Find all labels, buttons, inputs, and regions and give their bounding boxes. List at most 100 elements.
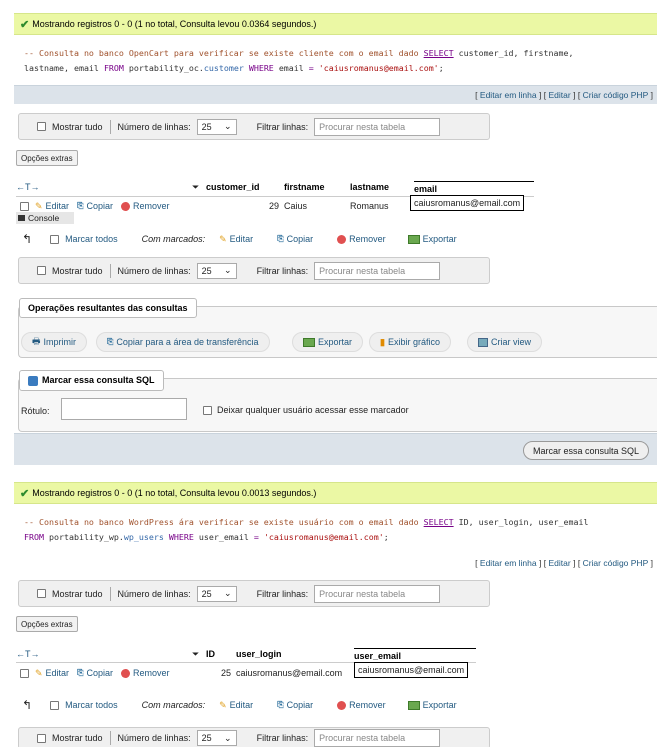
extra-options-button[interactable]: Opções extras [16,150,78,166]
mark-all-link[interactable]: Marcar todos [65,700,118,710]
copy-icon: ⎘ [107,337,114,346]
rows-select[interactable]: 25 ⌄ [196,585,237,602]
table-row: ✎ Editar ⎘ Copiar Remover 25 caiusromanu… [20,662,490,680]
filter-input[interactable]: Procurar nesta tabela [314,584,441,603]
cell-user-email: caiusromanus@email.com [354,662,469,678]
row-edit-link[interactable]: Editar [46,668,70,678]
bulk-edit-link[interactable]: Editar [230,700,254,710]
extra-options-button[interactable]: Opções extras [16,616,78,632]
edit-inline-link[interactable]: Editar em linha [480,558,537,568]
cell-lastname: Romanus [350,201,389,211]
bulk-remove-link[interactable]: Remover [349,234,386,244]
console-icon [18,215,25,221]
mark-all-checkbox[interactable] [50,234,60,244]
bookmark-legend: Marcar essa consulta SQL [19,370,164,391]
bulk-copy-link[interactable]: Copiar [287,234,314,244]
print-button[interactable]: 🖶 Imprimir [21,332,87,352]
bookmark-icon [28,375,38,386]
filter-input[interactable]: Procurar nesta tabela [314,729,441,747]
filter-input[interactable]: Procurar nesta tabela [314,261,441,280]
export-button[interactable]: Exportar [292,332,364,352]
share-bookmark-checkbox[interactable] [203,406,212,415]
col-user-email[interactable]: user_email [354,647,476,661]
rows-select[interactable]: 25 ⌄ [196,730,237,746]
row-copy-link[interactable]: Copiar [86,668,113,678]
remove-icon [337,700,347,710]
bookmark-fieldset: Marcar essa consulta SQL Rótulo: Deixar … [18,370,657,432]
sql-select-link[interactable]: SELECT [424,48,454,58]
table-header: ←T→ ⏷ ID user_login user_email [16,647,486,661]
edit-link[interactable]: Editar [548,90,570,100]
row-edit-link[interactable]: Editar [46,201,70,211]
bookmark-submit-button[interactable]: Marcar essa consulta SQL [522,441,649,460]
remove-icon [120,668,130,678]
show-all-checkbox[interactable] [37,733,46,743]
col-lastname[interactable]: lastname [350,182,389,192]
table-row: ✎ Editar ⎘ Copiar Remover 29 Caius Roman… [20,195,540,213]
bulk-export-link[interactable]: Exportar [423,234,457,244]
pencil-icon: ✎ [219,233,227,244]
show-all-checkbox[interactable] [37,589,46,598]
arrow-up-icon: ↰ [22,232,33,246]
column-arrows[interactable]: ←T→ [16,182,176,192]
col-user-login[interactable]: user_login [236,649,282,659]
edit-inline-link[interactable]: Editar em linha [480,90,537,100]
col-firstname[interactable]: firstname [284,182,325,192]
bookmark-label-input[interactable] [61,398,187,420]
query-operations-fieldset: Operações resultantes das consultas 🖶 Imp… [18,298,657,358]
create-view-button[interactable]: Criar view [467,332,543,352]
bulk-export-link[interactable]: Exportar [423,700,457,710]
check-icon: ✔ [20,487,30,500]
bar-chart-icon: ▮ [380,336,385,347]
cell-user-login: caiusromanus@email.com [236,668,343,678]
rows-select[interactable]: 25 ⌄ [196,262,237,279]
row-remove-link[interactable]: Remover [133,668,170,678]
bulk-remove-link[interactable]: Remover [349,700,386,710]
show-all-checkbox[interactable] [37,266,46,275]
create-php-link[interactable]: Criar código PHP [583,558,649,568]
row-remove-link[interactable]: Remover [133,201,170,211]
mark-all-checkbox[interactable] [50,700,60,710]
create-php-link[interactable]: Criar código PHP [583,90,649,100]
copy-icon: ⎘ [77,201,84,210]
chevron-down-icon: ⌄ [224,265,232,275]
show-all-label: Mostrar tudo [52,121,103,132]
copy-icon: ⎘ [77,668,84,677]
bulk-copy-link[interactable]: Copiar [287,700,314,710]
chevron-down-icon: ⌄ [224,732,232,743]
copy-clipboard-button[interactable]: ⎘ Copiar para a área de transferência [96,332,270,352]
success-message: ✔ Mostrando registros 0 - 0 (1 no total,… [14,13,657,35]
table-header: ←T→ ⏷ customer_id firstname lastname ema… [16,180,536,194]
cell-id: 25 [221,668,232,678]
bookmark-footer: Marcar essa consulta SQL [14,433,657,465]
operations-legend: Operações resultantes das consultas [19,298,197,318]
sql-query-box: -- Consulta no banco OpenCart para verif… [14,38,657,86]
check-icon: ✔ [20,18,30,31]
bulk-edit-link[interactable]: Editar [230,234,254,244]
row-checkbox[interactable] [20,668,29,678]
show-chart-button[interactable]: ▮ Exibir gráfico [369,332,451,352]
rows-select[interactable]: 25 ⌄ [196,118,237,135]
col-id[interactable]: ID [206,649,215,659]
pencil-icon: ✎ [219,699,227,710]
sql-select-link[interactable]: SELECT [424,517,454,527]
pencil-icon: ✎ [35,200,43,211]
console-tab[interactable]: Console [16,212,74,224]
navigation-bar-bottom: Mostrar tudo Número de linhas: 25 ⌄ Filtr… [18,257,490,284]
mark-all-link[interactable]: Marcar todos [65,234,118,244]
row-copy-link[interactable]: Copiar [86,201,113,211]
col-customer-id[interactable]: customer_id [206,182,260,192]
row-checkbox[interactable] [20,201,29,211]
sort-icon[interactable]: ⏷ [192,182,199,193]
filter-input[interactable]: Procurar nesta tabela [314,117,441,136]
edit-link[interactable]: Editar [548,558,570,568]
sort-icon[interactable]: ⏷ [192,649,199,660]
query-action-bar: [ Editar em linha ] [ Editar ] [ Criar c… [14,85,657,104]
remove-icon [120,201,130,211]
column-arrows[interactable]: ←T→ [16,649,40,659]
show-all-checkbox[interactable] [37,122,46,131]
cell-customer-id: 29 [269,201,280,211]
export-icon [407,700,420,710]
col-email[interactable]: email [414,180,534,194]
cell-email: caiusromanus@email.com [410,195,525,211]
